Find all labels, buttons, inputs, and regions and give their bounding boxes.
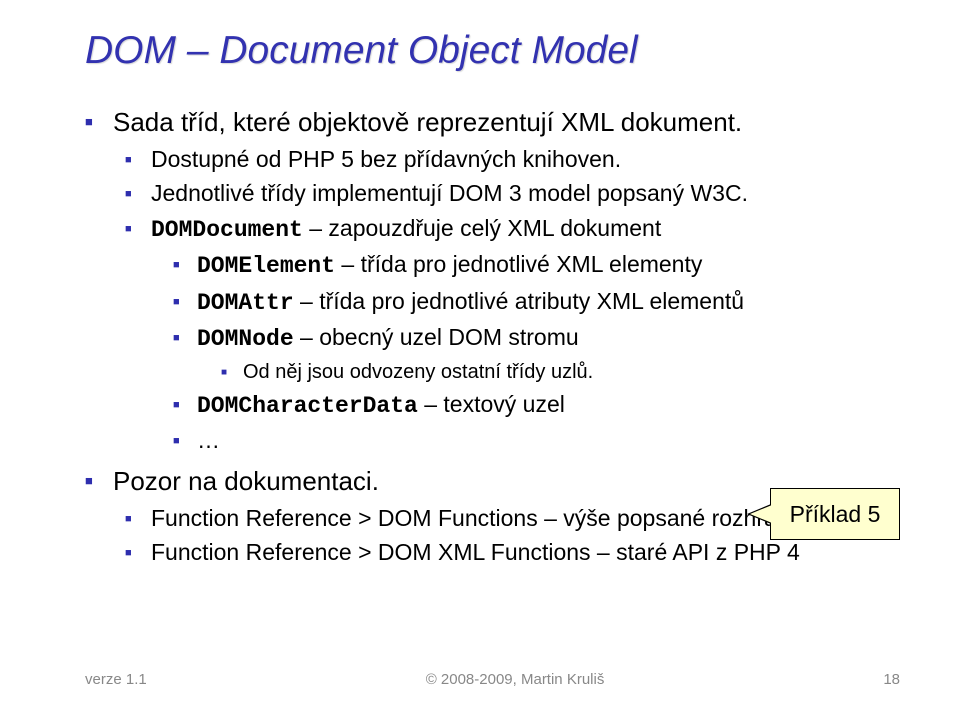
text-fragment: – textový uzel	[418, 391, 565, 417]
square-bullet-icon: ■	[85, 472, 113, 490]
square-bullet-icon: ■	[221, 365, 243, 380]
square-bullet-icon: ■	[173, 294, 197, 311]
list-item: ■…	[173, 423, 900, 458]
list-item: ■DOMDocument – zapouzdřuje celý XML doku…	[125, 211, 900, 458]
list-item: ■Dostupné od PHP 5 bez přídavných knihov…	[125, 142, 900, 177]
list-item: ■DOMElement – třída pro jednotlivé XML e…	[173, 247, 900, 284]
footer-version: verze 1.1	[85, 671, 147, 688]
list-item: ■DOMNode – obecný uzel DOM stromu ■Od ně…	[173, 320, 900, 387]
square-bullet-icon: ■	[85, 113, 113, 131]
callout-text: Příklad 5	[790, 501, 881, 528]
bullet-text: Pozor na dokumentaci.	[113, 464, 379, 499]
square-bullet-icon: ■	[173, 433, 197, 450]
slide: DOM – Document Object Model ■Sada tříd, …	[0, 0, 960, 706]
bullet-text: …	[197, 423, 220, 458]
bullet-text: Od něj jsou odvozeny ostatní třídy uzlů.	[243, 357, 593, 387]
slide-title: DOM – Document Object Model	[85, 28, 900, 75]
code-token: DOMCharacterData	[197, 393, 418, 419]
list-item: ■Jednotlivé třídy implementují DOM 3 mod…	[125, 176, 900, 211]
code-token: DOMElement	[197, 253, 335, 279]
code-token: DOMNode	[197, 326, 294, 352]
bullet-text: DOMElement – třída pro jednotlivé XML el…	[197, 247, 702, 284]
bullet-text: DOMCharacterData – textový uzel	[197, 387, 565, 424]
bullet-text: Sada tříd, které objektově reprezentují …	[113, 105, 742, 140]
list-item: ■DOMCharacterData – textový uzel	[173, 387, 900, 424]
bullet-text: Function Reference > DOM Functions – výš…	[151, 501, 796, 536]
bullet-text: DOMDocument – zapouzdřuje celý XML dokum…	[151, 211, 661, 248]
list-item: ■Sada tříd, které objektově reprezentují…	[85, 105, 900, 458]
square-bullet-icon: ■	[173, 257, 197, 274]
footer-page-number: 18	[883, 671, 900, 688]
code-token: DOMDocument	[151, 217, 303, 243]
bullet-text: Jednotlivé třídy implementují DOM 3 mode…	[151, 176, 748, 211]
text-fragment: – obecný uzel DOM stromu	[294, 324, 579, 350]
example-callout: Příklad 5	[770, 488, 900, 540]
square-bullet-icon: ■	[173, 330, 197, 347]
text-fragment: – třída pro jednotlivé XML elementy	[335, 251, 702, 277]
list-item: ■Od něj jsou odvozeny ostatní třídy uzlů…	[221, 357, 900, 387]
bullet-text: Function Reference > DOM XML Functions –…	[151, 535, 800, 570]
list-item: ■DOMAttr – třída pro jednotlivé atributy…	[173, 284, 900, 321]
square-bullet-icon: ■	[125, 221, 151, 238]
bullet-text: DOMNode – obecný uzel DOM stromu	[197, 320, 579, 357]
square-bullet-icon: ■	[125, 186, 151, 203]
square-bullet-icon: ■	[125, 511, 151, 528]
bullet-text: DOMAttr – třída pro jednotlivé atributy …	[197, 284, 744, 321]
slide-footer: verze 1.1 © 2008-2009, Martin Kruliš 18	[85, 671, 900, 688]
text-fragment: – zapouzdřuje celý XML dokument	[303, 215, 661, 241]
square-bullet-icon: ■	[125, 152, 151, 169]
text-fragment: – třída pro jednotlivé atributy XML elem…	[294, 288, 744, 314]
square-bullet-icon: ■	[125, 545, 151, 562]
list-item: ■Function Reference > DOM XML Functions …	[125, 535, 900, 570]
footer-copyright: © 2008-2009, Martin Kruliš	[426, 671, 605, 688]
code-token: DOMAttr	[197, 290, 294, 316]
square-bullet-icon: ■	[173, 397, 197, 414]
bullet-text: Dostupné od PHP 5 bez přídavných knihove…	[151, 142, 621, 177]
